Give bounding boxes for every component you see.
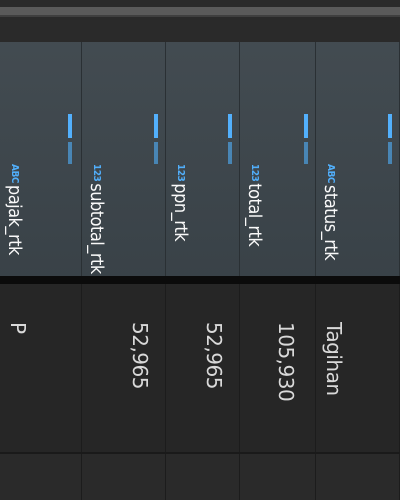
empty-cell[interactable] bbox=[0, 454, 82, 500]
column-header-subtotal[interactable]: 123subtotal_rtk bbox=[82, 42, 166, 276]
empty-cell[interactable] bbox=[240, 454, 316, 500]
column-header-pajak[interactable]: ABCpajak_rtk bbox=[0, 42, 82, 276]
cell-total[interactable]: 105,930 bbox=[240, 284, 316, 452]
column-header-ppn[interactable]: 123ppn_rtk bbox=[166, 42, 240, 276]
cell-ppn[interactable]: 52,965 bbox=[166, 284, 240, 452]
empty-cell[interactable] bbox=[166, 454, 240, 500]
sort-icon[interactable] bbox=[151, 114, 161, 164]
column-name: pajak_rtk bbox=[4, 184, 25, 255]
app-window: ABCpajak_rtk 123subtotal_rtk 123ppn_rtk … bbox=[0, 0, 400, 500]
sort-icon[interactable] bbox=[301, 114, 311, 164]
header-divider bbox=[0, 276, 400, 284]
column-header-label: 123ppn_rtk bbox=[170, 164, 191, 242]
sort-icon[interactable] bbox=[65, 114, 75, 164]
cell-value: P bbox=[6, 322, 30, 334]
column-header-status[interactable]: ABCstatus_rtk bbox=[316, 42, 400, 276]
empty-cell[interactable] bbox=[316, 454, 400, 500]
column-name: ppn_rtk bbox=[170, 183, 191, 242]
cell-subtotal[interactable]: 52,965 bbox=[82, 284, 166, 452]
sort-icon[interactable] bbox=[225, 114, 235, 164]
cell-value: 105,930 bbox=[274, 322, 298, 402]
column-name: status_rtk bbox=[320, 184, 341, 261]
toolbar bbox=[0, 0, 400, 42]
toolbar-stripe bbox=[0, 7, 400, 15]
sort-icon[interactable] bbox=[385, 114, 395, 164]
column-header-label: ABCpajak_rtk bbox=[4, 164, 25, 255]
column-name: total_rtk bbox=[244, 183, 265, 247]
column-header-label: ABCstatus_rtk bbox=[320, 164, 341, 261]
cell-status[interactable]: Tagihan bbox=[316, 284, 400, 452]
column-header-label: 123total_rtk bbox=[244, 164, 265, 247]
empty-cell[interactable] bbox=[82, 454, 166, 500]
type-badge: 123 bbox=[175, 164, 186, 182]
type-badge: ABC bbox=[9, 164, 20, 183]
toolbar-shadow bbox=[0, 15, 400, 17]
cell-pajak[interactable]: P bbox=[0, 284, 82, 452]
column-name: subtotal_rtk bbox=[86, 183, 107, 274]
cell-value: Tagihan bbox=[322, 322, 346, 396]
type-badge: 123 bbox=[91, 164, 102, 182]
data-grid: ABCpajak_rtk 123subtotal_rtk 123ppn_rtk … bbox=[0, 42, 400, 500]
type-badge: 123 bbox=[249, 164, 260, 182]
type-badge: ABC bbox=[325, 164, 336, 183]
column-header-total[interactable]: 123total_rtk bbox=[240, 42, 316, 276]
column-header-label: 123subtotal_rtk bbox=[86, 164, 107, 274]
cell-value: 52,965 bbox=[202, 322, 226, 389]
cell-value: 52,965 bbox=[128, 322, 152, 389]
